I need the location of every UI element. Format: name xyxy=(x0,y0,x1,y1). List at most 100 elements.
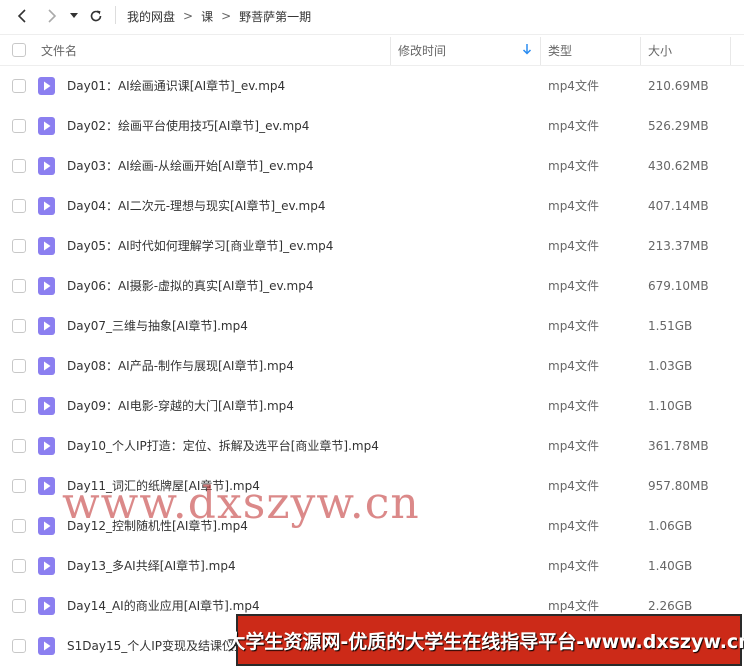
forward-button[interactable] xyxy=(40,4,64,28)
file-name[interactable]: Day08：AI产品-制作与展现[AI章节].mp4 xyxy=(67,346,294,386)
file-row[interactable]: Day09：AI电影-穿越的大门[AI章节].mp4 mp4文件 1.10GB xyxy=(0,386,744,426)
back-button[interactable] xyxy=(10,4,34,28)
column-divider[interactable] xyxy=(540,37,541,65)
file-row[interactable]: Day06：AI摄影-虚拟的真实[AI章节]_ev.mp4 mp4文件 679.10… xyxy=(0,266,744,306)
column-header-name[interactable]: 文件名 xyxy=(41,35,77,65)
breadcrumb-item[interactable]: 课 xyxy=(201,8,213,25)
column-divider[interactable] xyxy=(640,37,641,65)
file-row[interactable]: Day08：AI产品-制作与展现[AI章节].mp4 mp4文件 1.03GB xyxy=(0,346,744,386)
row-checkbox[interactable] xyxy=(12,319,26,333)
navigation-bar: 我的网盘 > 课 > 野菩萨第一期 xyxy=(0,0,744,32)
column-header-size[interactable]: 大小 xyxy=(648,35,672,65)
file-type: mp4文件 xyxy=(548,319,599,333)
video-file-icon xyxy=(38,117,55,135)
file-row[interactable]: Day07_三维与抽象[AI章节].mp4 mp4文件 1.51GB xyxy=(0,306,744,346)
file-type: mp4文件 xyxy=(548,279,599,293)
video-file-icon xyxy=(38,437,55,455)
sort-descending-icon[interactable] xyxy=(522,43,532,55)
row-checkbox[interactable] xyxy=(12,479,26,493)
breadcrumb-item[interactable]: 我的网盘 xyxy=(127,8,175,25)
file-name[interactable]: S1Day15_个人IP变现及结课仪式 xyxy=(67,626,246,666)
video-file-icon xyxy=(38,597,55,615)
file-size: 957.80MB xyxy=(648,479,709,493)
file-name[interactable]: Day09：AI电影-穿越的大门[AI章节].mp4 xyxy=(67,386,294,426)
file-name[interactable]: Day12_控制随机性[AI章节].mp4 xyxy=(67,506,248,546)
column-divider[interactable] xyxy=(390,37,391,65)
file-size: 1.40GB xyxy=(648,559,693,573)
file-size: 213.37MB xyxy=(648,239,709,253)
file-size: 526.29MB xyxy=(648,119,709,133)
video-file-icon xyxy=(38,277,55,295)
file-type: mp4文件 xyxy=(548,479,599,493)
video-file-icon xyxy=(38,77,55,95)
file-size: 361.78MB xyxy=(648,439,709,453)
video-file-icon xyxy=(38,197,55,215)
row-checkbox[interactable] xyxy=(12,279,26,293)
file-row[interactable]: Day13_多AI共绎[AI章节].mp4 mp4文件 1.40GB xyxy=(0,546,744,586)
file-type: mp4文件 xyxy=(548,519,599,533)
file-name[interactable]: Day11_词汇的纸牌屋[AI章节].mp4 xyxy=(67,466,260,506)
row-checkbox[interactable] xyxy=(12,359,26,373)
row-checkbox[interactable] xyxy=(12,559,26,573)
file-row[interactable]: Day10_个人IP打造：定位、拆解及选平台[商业章节].mp4 mp4文件 361… xyxy=(0,426,744,466)
row-checkbox[interactable] xyxy=(12,439,26,453)
file-row[interactable]: Day02：绘画平台使用技巧[AI章节]_ev.mp4 mp4文件 526.29MB xyxy=(0,106,744,146)
row-checkbox[interactable] xyxy=(12,599,26,613)
row-checkbox[interactable] xyxy=(12,159,26,173)
file-name[interactable]: Day14_AI的商业应用[AI章节].mp4 xyxy=(67,586,260,626)
file-size: 1.06GB xyxy=(648,519,693,533)
file-name[interactable]: Day04：AI二次元-理想与现实[AI章节]_ev.mp4 xyxy=(67,186,325,226)
file-name[interactable]: Day05：AI时代如何理解学习[商业章节]_ev.mp4 xyxy=(67,226,333,266)
file-size: 1.51GB xyxy=(648,319,693,333)
file-type: mp4文件 xyxy=(548,359,599,373)
refresh-button[interactable] xyxy=(84,4,108,28)
row-checkbox[interactable] xyxy=(12,199,26,213)
file-name[interactable]: Day01：AI绘画通识课[AI章节]_ev.mp4 xyxy=(67,66,285,106)
file-row[interactable]: Day05：AI时代如何理解学习[商业章节]_ev.mp4 mp4文件 213.37… xyxy=(0,226,744,266)
file-size: 679.10MB xyxy=(648,279,709,293)
video-file-icon xyxy=(38,397,55,415)
file-type: mp4文件 xyxy=(548,199,599,213)
video-file-icon xyxy=(38,357,55,375)
video-file-icon xyxy=(38,517,55,535)
file-row[interactable]: Day11_词汇的纸牌屋[AI章节].mp4 mp4文件 957.80MB xyxy=(0,466,744,506)
file-size: 407.14MB xyxy=(648,199,709,213)
video-file-icon xyxy=(38,317,55,335)
file-name[interactable]: Day02：绘画平台使用技巧[AI章节]_ev.mp4 xyxy=(67,106,309,146)
file-name[interactable]: Day06：AI摄影-虚拟的真实[AI章节]_ev.mp4 xyxy=(67,266,313,306)
file-type: mp4文件 xyxy=(548,239,599,253)
history-dropdown-button[interactable] xyxy=(64,4,84,28)
row-checkbox[interactable] xyxy=(12,519,26,533)
row-checkbox[interactable] xyxy=(12,399,26,413)
row-checkbox[interactable] xyxy=(12,639,26,653)
file-name[interactable]: Day07_三维与抽象[AI章节].mp4 xyxy=(67,306,248,346)
breadcrumb: 我的网盘 > 课 > 野菩萨第一期 xyxy=(127,0,311,32)
breadcrumb-item-current[interactable]: 野菩萨第一期 xyxy=(239,8,311,25)
file-size: 1.10GB xyxy=(648,399,693,413)
row-checkbox[interactable] xyxy=(12,119,26,133)
row-checkbox[interactable] xyxy=(12,239,26,253)
file-type: mp4文件 xyxy=(548,159,599,173)
select-all-checkbox-wrap[interactable] xyxy=(12,35,26,65)
file-row[interactable]: Day12_控制随机性[AI章节].mp4 mp4文件 1.06GB xyxy=(0,506,744,546)
row-checkbox[interactable] xyxy=(12,79,26,93)
file-name[interactable]: Day13_多AI共绎[AI章节].mp4 xyxy=(67,546,236,586)
file-type: mp4文件 xyxy=(548,439,599,453)
video-file-icon xyxy=(38,637,55,655)
refresh-icon xyxy=(90,10,102,22)
column-divider[interactable] xyxy=(730,37,731,65)
file-row[interactable]: Day01：AI绘画通识课[AI章节]_ev.mp4 mp4文件 210.69MB xyxy=(0,66,744,106)
video-file-icon xyxy=(38,477,55,495)
file-name[interactable]: Day10_个人IP打造：定位、拆解及选平台[商业章节].mp4 xyxy=(67,426,379,466)
column-header-type[interactable]: 类型 xyxy=(548,35,572,65)
file-row[interactable]: Day03：AI绘画-从绘画开始[AI章节]_ev.mp4 mp4文件 430.62… xyxy=(0,146,744,186)
select-all-checkbox[interactable] xyxy=(12,43,26,57)
file-type: mp4文件 xyxy=(548,79,599,93)
video-file-icon xyxy=(38,237,55,255)
file-size: 1.03GB xyxy=(648,359,693,373)
column-header-modified[interactable]: 修改时间 xyxy=(398,35,446,65)
file-row[interactable]: Day04：AI二次元-理想与现实[AI章节]_ev.mp4 mp4文件 407.1… xyxy=(0,186,744,226)
video-file-icon xyxy=(38,557,55,575)
file-name[interactable]: Day03：AI绘画-从绘画开始[AI章节]_ev.mp4 xyxy=(67,146,313,186)
chevron-left-icon xyxy=(17,9,26,23)
